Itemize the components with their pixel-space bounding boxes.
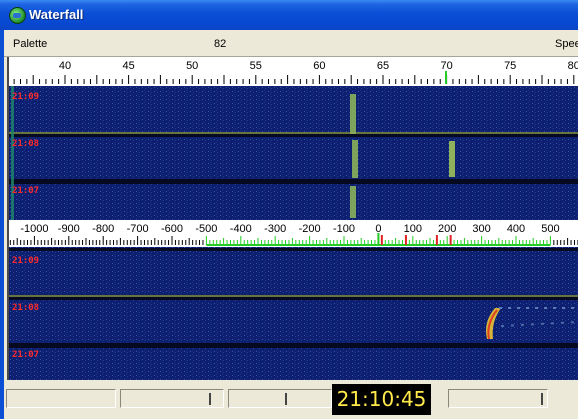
scale-label: 65 bbox=[377, 60, 389, 72]
scale-label: 55 bbox=[250, 60, 262, 72]
signal-trace bbox=[350, 186, 356, 218]
utc-clock: 21:10:45 bbox=[332, 384, 431, 415]
signal-trace bbox=[350, 94, 356, 134]
title-bar[interactable]: Waterfall bbox=[0, 0, 578, 30]
edge-trace bbox=[11, 86, 14, 220]
waterfall-display[interactable]: 21:09 21:08 21:07 21:09 21:08 21:07 bbox=[9, 86, 578, 380]
scale-label: 70 bbox=[440, 60, 452, 72]
globe-icon[interactable] bbox=[9, 7, 26, 24]
level-slider[interactable] bbox=[120, 389, 224, 408]
speed-label[interactable]: Spee bbox=[555, 38, 578, 50]
timestamp-label: 21:08 bbox=[12, 303, 39, 313]
scale-label: 45 bbox=[122, 60, 134, 72]
scale-label: 40 bbox=[59, 60, 71, 72]
status-field-left bbox=[6, 389, 116, 408]
scale-label: 80 bbox=[568, 60, 578, 72]
palette-value: 82 bbox=[214, 38, 227, 50]
timestamp-label: 21:07 bbox=[12, 350, 39, 360]
slider-thumb[interactable] bbox=[285, 393, 287, 405]
window-frame-left bbox=[0, 30, 4, 419]
slider-thumb[interactable] bbox=[209, 393, 211, 405]
scale-label: 60 bbox=[313, 60, 325, 72]
scale-label: 50 bbox=[186, 60, 198, 72]
row-separator bbox=[9, 343, 578, 348]
signal-trace bbox=[352, 140, 358, 178]
timestamp-label: 21:09 bbox=[12, 92, 39, 102]
toolbar: Palette 82 Spee bbox=[4, 30, 578, 57]
gain-slider[interactable] bbox=[228, 389, 332, 408]
row-separator bbox=[9, 248, 578, 251]
contrast-slider[interactable] bbox=[448, 389, 548, 408]
timestamp-label: 21:07 bbox=[12, 186, 39, 196]
window-title: Waterfall bbox=[29, 7, 84, 22]
status-bar bbox=[4, 380, 578, 419]
palette-label[interactable]: Palette bbox=[13, 38, 47, 50]
frequency-scale-khz[interactable]: 40 45 50 55 60 65 70 75 80 bbox=[9, 57, 578, 86]
signal-trace bbox=[449, 141, 455, 177]
row-separator bbox=[9, 179, 578, 184]
timestamp-label: 21:09 bbox=[12, 256, 39, 266]
scale-label: 75 bbox=[504, 60, 516, 72]
waterfall-window: Waterfall Palette 82 Spee 40 45 50 55 60 65 70… bbox=[0, 0, 578, 419]
slider-thumb[interactable] bbox=[541, 393, 543, 405]
timestamp-label: 21:08 bbox=[12, 139, 39, 149]
waterfall-upper bbox=[9, 86, 578, 220]
